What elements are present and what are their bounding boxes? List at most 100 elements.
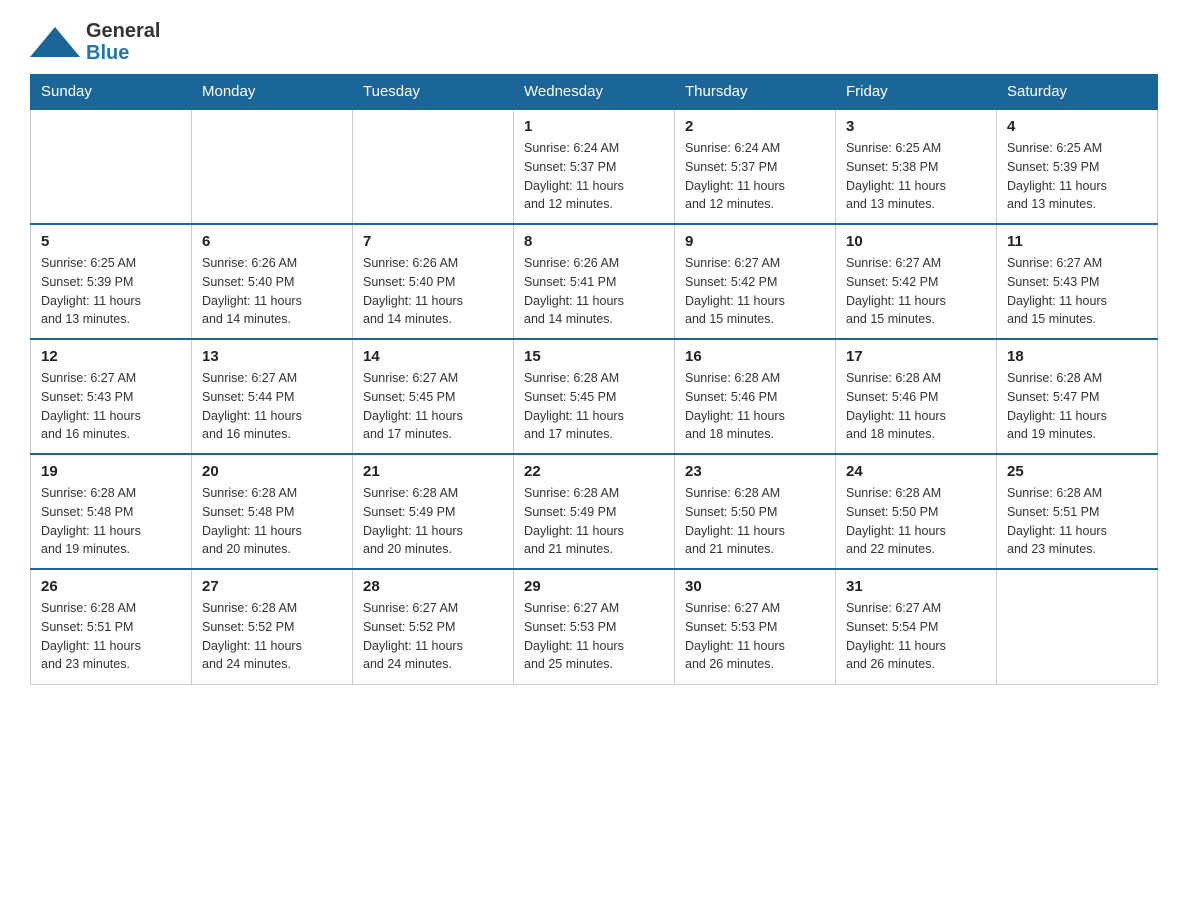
day-number: 23 — [685, 463, 825, 480]
calendar-cell-3-1: 12Sunrise: 6:27 AM Sunset: 5:43 PM Dayli… — [31, 339, 192, 454]
calendar-week-4: 19 Sunrise: 6:28 AM Sunset: 5:48 PM Dayli… — [31, 454, 1158, 569]
col-wednesday: Wednesday — [514, 75, 675, 110]
calendar-cell-4-1: 19 Sunrise: 6:28 AM Sunset: 5:48 PM Dayli… — [31, 454, 192, 569]
calendar-cell-2-1: 5 Sunrise: 6:25 AM Sunset: 5:39 PM Daylig… — [31, 224, 192, 339]
day-number: 22 — [524, 463, 664, 480]
calendar-week-3: 12Sunrise: 6:27 AM Sunset: 5:43 PM Dayli… — [31, 339, 1158, 454]
page-header: GeneralBlue — [30, 20, 1158, 64]
day-info: Sunrise: 6:27 AM Sunset: 5:52 PM Dayligh… — [363, 599, 503, 674]
calendar-cell-3-4: 15 Sunrise: 6:28 AM Sunset: 5:45 PM Dayli… — [514, 339, 675, 454]
day-number: 25 — [1007, 463, 1147, 480]
calendar-cell-5-7 — [997, 569, 1158, 684]
calendar-cell-1-1 — [31, 109, 192, 224]
calendar-cell-5-5: 30 Sunrise: 6:27 AM Sunset: 5:53 PM Dayli… — [675, 569, 836, 684]
day-number: 9 — [685, 233, 825, 250]
calendar-cell-2-4: 8Sunrise: 6:26 AM Sunset: 5:41 PM Daylig… — [514, 224, 675, 339]
day-info: Sunrise: 6:26 AM Sunset: 5:40 PM Dayligh… — [202, 254, 342, 329]
calendar-cell-1-7: 4 Sunrise: 6:25 AM Sunset: 5:39 PM Daylig… — [997, 109, 1158, 224]
day-number: 15 — [524, 348, 664, 365]
day-number: 19 — [41, 463, 181, 480]
calendar-cell-5-1: 26Sunrise: 6:28 AM Sunset: 5:51 PM Dayli… — [31, 569, 192, 684]
logo-blue-text: Blue — [86, 42, 160, 64]
day-number: 29 — [524, 578, 664, 595]
col-saturday: Saturday — [997, 75, 1158, 110]
day-number: 11 — [1007, 233, 1147, 250]
day-number: 20 — [202, 463, 342, 480]
day-info: Sunrise: 6:28 AM Sunset: 5:46 PM Dayligh… — [685, 369, 825, 444]
day-number: 18 — [1007, 348, 1147, 365]
calendar-cell-5-4: 29 Sunrise: 6:27 AM Sunset: 5:53 PM Dayli… — [514, 569, 675, 684]
calendar-cell-4-7: 25 Sunrise: 6:28 AM Sunset: 5:51 PM Dayli… — [997, 454, 1158, 569]
day-number: 8 — [524, 233, 664, 250]
day-number: 13 — [202, 348, 342, 365]
day-info: Sunrise: 6:28 AM Sunset: 5:50 PM Dayligh… — [846, 484, 986, 559]
calendar-cell-5-3: 28Sunrise: 6:27 AM Sunset: 5:52 PM Dayli… — [353, 569, 514, 684]
calendar-cell-3-2: 13 Sunrise: 6:27 AM Sunset: 5:44 PM Dayli… — [192, 339, 353, 454]
col-tuesday: Tuesday — [353, 75, 514, 110]
day-info: Sunrise: 6:28 AM Sunset: 5:51 PM Dayligh… — [41, 599, 181, 674]
day-info: Sunrise: 6:28 AM Sunset: 5:50 PM Dayligh… — [685, 484, 825, 559]
day-number: 21 — [363, 463, 503, 480]
day-info: Sunrise: 6:25 AM Sunset: 5:38 PM Dayligh… — [846, 139, 986, 214]
day-info: Sunrise: 6:25 AM Sunset: 5:39 PM Dayligh… — [41, 254, 181, 329]
calendar-cell-4-6: 24 Sunrise: 6:28 AM Sunset: 5:50 PM Dayli… — [836, 454, 997, 569]
day-number: 30 — [685, 578, 825, 595]
day-number: 3 — [846, 118, 986, 135]
day-info: Sunrise: 6:26 AM Sunset: 5:40 PM Dayligh… — [363, 254, 503, 329]
day-number: 4 — [1007, 118, 1147, 135]
calendar-cell-4-3: 21 Sunrise: 6:28 AM Sunset: 5:49 PM Dayli… — [353, 454, 514, 569]
calendar-header-row: Sunday Monday Tuesday Wednesday Thursday… — [31, 75, 1158, 110]
calendar-week-5: 26Sunrise: 6:28 AM Sunset: 5:51 PM Dayli… — [31, 569, 1158, 684]
calendar-cell-2-7: 11 Sunrise: 6:27 AM Sunset: 5:43 PM Dayli… — [997, 224, 1158, 339]
calendar-cell-1-6: 3 Sunrise: 6:25 AM Sunset: 5:38 PM Daylig… — [836, 109, 997, 224]
calendar-cell-3-3: 14Sunrise: 6:27 AM Sunset: 5:45 PM Dayli… — [353, 339, 514, 454]
day-info: Sunrise: 6:27 AM Sunset: 5:42 PM Dayligh… — [685, 254, 825, 329]
day-info: Sunrise: 6:28 AM Sunset: 5:51 PM Dayligh… — [1007, 484, 1147, 559]
day-info: Sunrise: 6:27 AM Sunset: 5:42 PM Dayligh… — [846, 254, 986, 329]
day-info: Sunrise: 6:27 AM Sunset: 5:45 PM Dayligh… — [363, 369, 503, 444]
day-number: 1 — [524, 118, 664, 135]
calendar-cell-3-7: 18 Sunrise: 6:28 AM Sunset: 5:47 PM Dayli… — [997, 339, 1158, 454]
day-info: Sunrise: 6:25 AM Sunset: 5:39 PM Dayligh… — [1007, 139, 1147, 214]
col-sunday: Sunday — [31, 75, 192, 110]
day-info: Sunrise: 6:27 AM Sunset: 5:43 PM Dayligh… — [41, 369, 181, 444]
day-info: Sunrise: 6:28 AM Sunset: 5:46 PM Dayligh… — [846, 369, 986, 444]
day-number: 5 — [41, 233, 181, 250]
calendar-cell-3-5: 16 Sunrise: 6:28 AM Sunset: 5:46 PM Dayli… — [675, 339, 836, 454]
calendar-cell-4-2: 20 Sunrise: 6:28 AM Sunset: 5:48 PM Dayli… — [192, 454, 353, 569]
col-monday: Monday — [192, 75, 353, 110]
day-info: Sunrise: 6:27 AM Sunset: 5:53 PM Dayligh… — [524, 599, 664, 674]
calendar-cell-2-5: 9 Sunrise: 6:27 AM Sunset: 5:42 PM Daylig… — [675, 224, 836, 339]
day-info: Sunrise: 6:28 AM Sunset: 5:49 PM Dayligh… — [524, 484, 664, 559]
day-info: Sunrise: 6:28 AM Sunset: 5:45 PM Dayligh… — [524, 369, 664, 444]
day-info: Sunrise: 6:28 AM Sunset: 5:47 PM Dayligh… — [1007, 369, 1147, 444]
day-info: Sunrise: 6:24 AM Sunset: 5:37 PM Dayligh… — [524, 139, 664, 214]
calendar-cell-4-4: 22 Sunrise: 6:28 AM Sunset: 5:49 PM Dayli… — [514, 454, 675, 569]
day-info: Sunrise: 6:27 AM Sunset: 5:53 PM Dayligh… — [685, 599, 825, 674]
logo: GeneralBlue — [30, 20, 160, 64]
day-number: 16 — [685, 348, 825, 365]
calendar-cell-2-3: 7Sunrise: 6:26 AM Sunset: 5:40 PM Daylig… — [353, 224, 514, 339]
calendar-week-1: 1 Sunrise: 6:24 AM Sunset: 5:37 PM Daylig… — [31, 109, 1158, 224]
col-thursday: Thursday — [675, 75, 836, 110]
day-info: Sunrise: 6:27 AM Sunset: 5:44 PM Dayligh… — [202, 369, 342, 444]
calendar-cell-1-2 — [192, 109, 353, 224]
logo-icon — [30, 22, 80, 62]
day-info: Sunrise: 6:27 AM Sunset: 5:54 PM Dayligh… — [846, 599, 986, 674]
logo-general-text: General — [86, 20, 160, 42]
day-number: 27 — [202, 578, 342, 595]
day-info: Sunrise: 6:27 AM Sunset: 5:43 PM Dayligh… — [1007, 254, 1147, 329]
day-number: 31 — [846, 578, 986, 595]
day-number: 24 — [846, 463, 986, 480]
day-info: Sunrise: 6:28 AM Sunset: 5:48 PM Dayligh… — [202, 484, 342, 559]
calendar-cell-5-2: 27 Sunrise: 6:28 AM Sunset: 5:52 PM Dayli… — [192, 569, 353, 684]
day-info: Sunrise: 6:28 AM Sunset: 5:48 PM Dayligh… — [41, 484, 181, 559]
calendar-cell-2-2: 6Sunrise: 6:26 AM Sunset: 5:40 PM Daylig… — [192, 224, 353, 339]
day-info: Sunrise: 6:28 AM Sunset: 5:52 PM Dayligh… — [202, 599, 342, 674]
calendar-table: Sunday Monday Tuesday Wednesday Thursday… — [30, 74, 1158, 685]
day-info: Sunrise: 6:24 AM Sunset: 5:37 PM Dayligh… — [685, 139, 825, 214]
day-info: Sunrise: 6:28 AM Sunset: 5:49 PM Dayligh… — [363, 484, 503, 559]
calendar-cell-1-4: 1 Sunrise: 6:24 AM Sunset: 5:37 PM Daylig… — [514, 109, 675, 224]
calendar-cell-1-5: 2Sunrise: 6:24 AM Sunset: 5:37 PM Daylig… — [675, 109, 836, 224]
calendar-cell-3-6: 17Sunrise: 6:28 AM Sunset: 5:46 PM Dayli… — [836, 339, 997, 454]
